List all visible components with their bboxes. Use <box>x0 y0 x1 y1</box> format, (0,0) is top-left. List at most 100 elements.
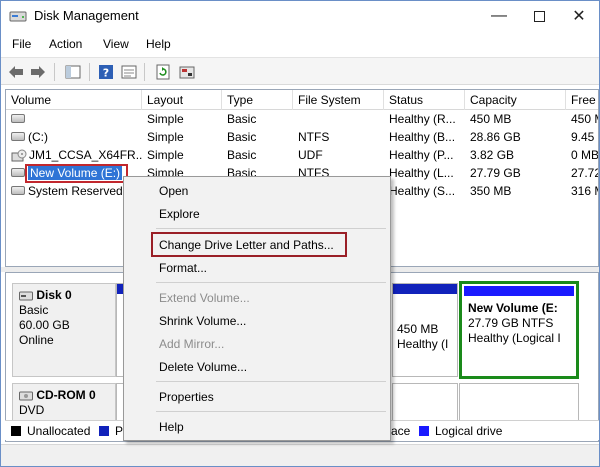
toolbar-separator <box>54 63 55 81</box>
type-cell: Basic <box>227 112 257 126</box>
forward-arrow-icon <box>31 66 45 78</box>
column-header-volume[interactable]: Volume <box>6 90 142 110</box>
fs-cell: NTFS <box>298 130 330 144</box>
properties-view-button[interactable] <box>119 62 139 82</box>
minimize-icon: — <box>491 7 507 24</box>
volume-name: (C:) <box>28 130 48 144</box>
fs-cell: UDF <box>298 148 323 162</box>
menu-item-properties[interactable]: Properties <box>159 387 214 407</box>
window-title: Disk Management <box>34 8 139 23</box>
layout-cell: Simple <box>147 112 184 126</box>
disk-management-app-icon <box>9 11 27 22</box>
unallocated-swatch <box>11 426 21 436</box>
volume-name: System Reserved <box>28 184 123 198</box>
legend-unallocated: Unallocated <box>11 424 90 438</box>
cdrom-name: CD-ROM 0 <box>36 388 96 402</box>
capacity-cell: 28.86 GB <box>470 130 521 144</box>
column-header-type[interactable]: Type <box>222 90 293 110</box>
properties-icon <box>121 65 137 79</box>
change-drive-letter-highlight <box>151 232 347 257</box>
primary-swatch <box>99 426 109 436</box>
cdrom-partition-right[interactable] <box>459 383 579 423</box>
menu-item-format[interactable]: Format... <box>159 258 207 278</box>
logical-swatch <box>419 426 429 436</box>
help-icon: ? <box>99 65 113 80</box>
menu-item-open[interactable]: Open <box>159 181 188 201</box>
column-header-file-system[interactable]: File System <box>293 90 384 110</box>
refresh-button[interactable] <box>153 62 173 82</box>
menu-item-delete-volume[interactable]: Delete Volume... <box>159 357 247 377</box>
status-cell: Healthy (P... <box>389 148 454 162</box>
status-bar <box>1 444 599 466</box>
toolbar-separator <box>144 63 145 81</box>
menu-separator <box>156 228 386 229</box>
legend-primary: P <box>99 424 123 438</box>
forward-button[interactable] <box>28 62 48 82</box>
capacity-cell: 27.79 GB <box>470 166 521 180</box>
rescan-disks-button[interactable] <box>177 62 197 82</box>
maximize-icon <box>533 10 545 22</box>
disk-state: Online <box>19 333 54 347</box>
help-button[interactable]: ? <box>96 62 116 82</box>
menu-item-explore[interactable]: Explore <box>159 204 200 224</box>
capacity-cell: 450 MB <box>470 112 512 126</box>
menu-action[interactable]: Action <box>49 37 82 51</box>
menu-view[interactable]: View <box>103 37 129 51</box>
legend-label: Unallocated <box>27 424 91 438</box>
menu-item-shrink-volume[interactable]: Shrink Volume... <box>159 311 246 331</box>
free-cell: 316 M <box>571 184 598 198</box>
menu-help[interactable]: Help <box>146 37 171 51</box>
disk-management-window: Disk Management — ✕ File Action View Hel… <box>0 0 600 467</box>
menu-file[interactable]: File <box>12 37 31 51</box>
capacity-cell: 3.82 GB <box>470 148 515 162</box>
layout-cell: Simple <box>147 148 184 162</box>
column-header-status[interactable]: Status <box>384 90 465 110</box>
volume-name: JM1_CCSA_X64FR... <box>29 148 142 162</box>
back-button[interactable] <box>6 62 26 82</box>
cd-rom-icon <box>19 391 33 401</box>
cdrom-type: DVD <box>19 403 45 417</box>
cdrom-0-header[interactable]: CD-ROM 0 DVD <box>12 383 116 423</box>
volume-cell: (C:) <box>6 128 142 146</box>
legend-free-space: ace <box>391 424 410 438</box>
column-header-layout[interactable]: Layout <box>142 90 222 110</box>
column-header-capacity[interactable]: Capacity <box>465 90 566 110</box>
maximize-button[interactable] <box>519 1 559 31</box>
refresh-icon <box>156 64 170 80</box>
menu-item-help[interactable]: Help <box>159 417 184 437</box>
partition-status: Healthy (I <box>397 337 449 351</box>
disk-size: 60.00 GB <box>19 318 70 332</box>
free-cell: 450 MB <box>571 112 598 126</box>
legend-logical: Logical drive <box>419 424 502 438</box>
menu-separator <box>156 282 386 283</box>
partition-new-volume-e[interactable]: New Volume (E: 27.79 GB NTFS Healthy (Lo… <box>459 281 579 379</box>
show-hide-console-button[interactable] <box>63 62 83 82</box>
disk-name: Disk 0 <box>36 288 72 302</box>
column-header-free[interactable]: Free <box>566 90 598 110</box>
menu-separator <box>156 381 386 382</box>
title-bar: Disk Management — ✕ <box>1 1 599 32</box>
volume-cell: System Reserved <box>6 182 142 200</box>
drive-icon <box>11 132 25 142</box>
status-cell: Healthy (L... <box>389 166 454 180</box>
menu-item-extend-volume: Extend Volume... <box>159 291 250 305</box>
back-arrow-icon <box>9 66 23 78</box>
table-row[interactable]: (C:) Simple Basic NTFS Healthy (B... 28.… <box>6 128 598 146</box>
menu-separator <box>156 411 386 412</box>
cdrom-partition-mid[interactable] <box>392 383 458 423</box>
disk-0-header[interactable]: Disk 0 Basic 60.00 GB Online <box>12 283 116 377</box>
close-button[interactable]: ✕ <box>559 1 599 31</box>
status-cell: Healthy (R... <box>389 112 456 126</box>
drive-icon <box>11 168 25 178</box>
partition-size-fs: 27.79 GB NTFS <box>468 316 554 330</box>
svg-text:?: ? <box>103 67 109 80</box>
dvd-drive-icon <box>11 149 27 162</box>
table-row[interactable]: Simple Basic Healthy (R... 450 MB 450 MB <box>6 110 598 128</box>
drive-icon <box>11 186 25 196</box>
close-icon: ✕ <box>572 8 586 25</box>
minimize-button[interactable]: — <box>479 1 519 31</box>
table-row[interactable]: JM1_CCSA_X64FR... Simple Basic UDF Healt… <box>6 146 598 164</box>
partition-450mb[interactable]: 450 MB Healthy (I <box>392 283 458 377</box>
legend-label: ace <box>391 424 411 438</box>
capacity-cell: 350 MB <box>470 184 512 198</box>
